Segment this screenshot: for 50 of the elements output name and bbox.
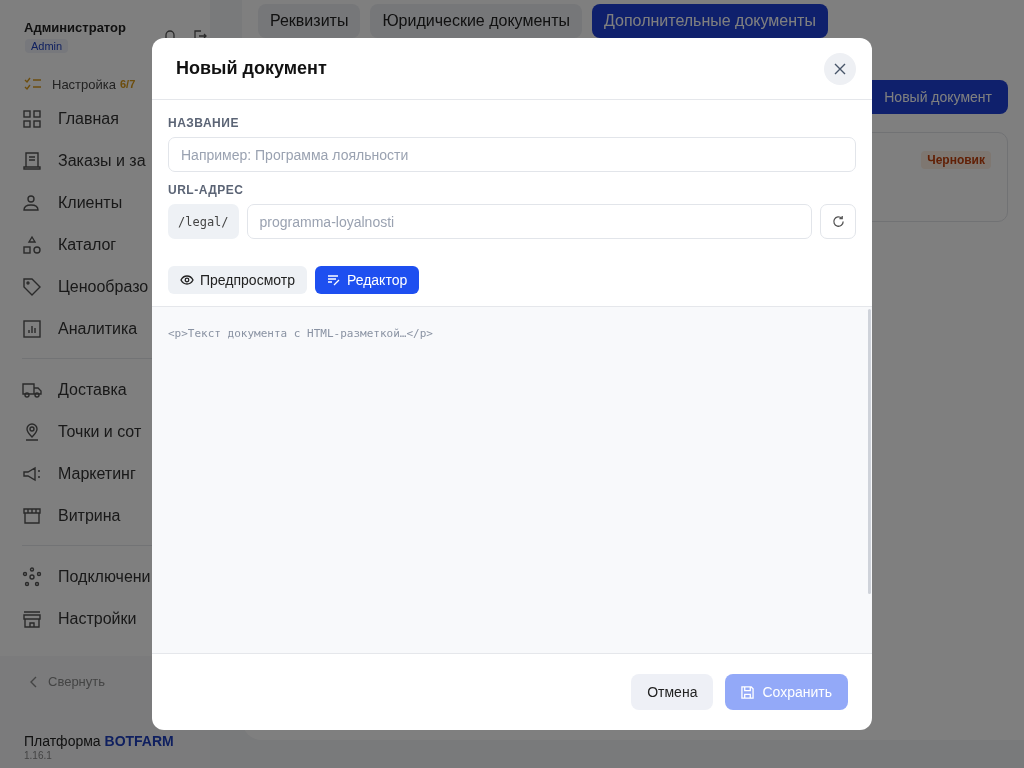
preview-tab[interactable]: Предпросмотр <box>168 266 307 294</box>
storefront-icon <box>22 506 42 526</box>
editor-tab[interactable]: Редактор <box>314 266 420 294</box>
tab[interactable]: Реквизиты <box>258 4 361 38</box>
tab[interactable]: Юридические документы <box>370 4 582 38</box>
network-icon <box>22 567 42 587</box>
role-badge: Admin <box>25 39 69 53</box>
user-name: Администратор <box>24 20 126 35</box>
nav-item[interactable]: Главная <box>58 110 119 128</box>
close-icon <box>834 62 846 75</box>
users-icon <box>22 193 42 213</box>
nav-item[interactable]: Каталог <box>58 236 117 254</box>
nav-item[interactable]: Аналитика <box>58 320 138 338</box>
cancel-button[interactable]: Отмена <box>631 674 714 710</box>
modal-title: Новый документ <box>176 58 327 79</box>
nav-item[interactable]: Подключени <box>58 568 151 586</box>
refresh-button[interactable] <box>820 204 856 239</box>
name-input[interactable]: Например: Программа лояльности <box>168 137 856 172</box>
refresh-icon <box>831 215 845 228</box>
nav-item[interactable]: Доставка <box>58 381 127 399</box>
setup-label[interactable]: Настройка <box>52 76 116 92</box>
status-badge: Черновик <box>921 151 991 169</box>
chevron-left-icon <box>30 675 38 688</box>
document-icon <box>22 151 42 171</box>
edit-lines-icon <box>326 274 341 286</box>
nav-item[interactable]: Точки и сот <box>58 423 142 441</box>
field-label: URL-АДРЕС <box>168 183 245 197</box>
nav-item[interactable]: Заказы и за <box>58 152 146 170</box>
field-label: НАЗВАНИЕ <box>168 116 240 130</box>
url-prefix: /legal/ <box>168 204 239 239</box>
megaphone-icon <box>22 464 42 484</box>
setup-count: 6/7 <box>120 78 136 90</box>
html-editor[interactable]: <p>Текст документа с HTML-разметкой…</p> <box>152 307 872 653</box>
nav-item[interactable]: Клиенты <box>58 194 123 212</box>
collapse-button[interactable]: Свернуть <box>24 670 111 693</box>
store-icon <box>22 609 42 629</box>
nav-item[interactable]: Настройки <box>58 610 137 628</box>
nav-item[interactable]: Маркетинг <box>58 465 136 483</box>
url-input[interactable]: programma-loyalnosti <box>246 204 812 239</box>
platform-name: Платформа BOTFARM <box>24 733 174 749</box>
nav-item[interactable]: Ценообразо <box>58 278 149 296</box>
checklist-icon <box>24 77 42 91</box>
truck-icon <box>22 380 42 400</box>
tab[interactable]: Дополнительные документы <box>592 4 828 38</box>
nav-item[interactable]: Витрина <box>58 507 121 525</box>
tag-icon <box>22 277 42 297</box>
chart-icon <box>22 319 42 339</box>
eye-icon <box>180 274 194 286</box>
shapes-icon <box>22 235 42 255</box>
grid-icon <box>22 109 42 129</box>
